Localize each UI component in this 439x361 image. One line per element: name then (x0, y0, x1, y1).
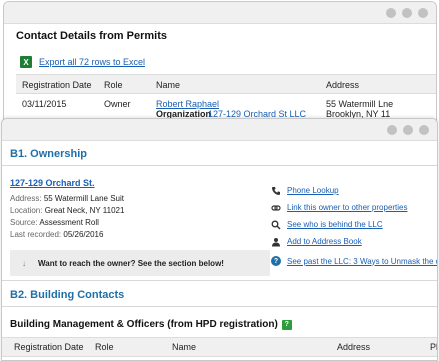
col-registration-date: Registration Date (14, 342, 84, 352)
address-label: Address: (10, 194, 42, 203)
reach-owner-text: Want to reach the owner? See the section… (38, 258, 224, 268)
hpd-info-icon[interactable]: ? (281, 319, 292, 330)
row-name-link[interactable]: Robert Raphael (156, 99, 219, 109)
owner-name-link[interactable]: 127-129 Orchard St. (10, 178, 95, 188)
owner-location-line: Location: Great Neck, NY 11021 (10, 205, 124, 217)
link-icon (271, 203, 281, 213)
excel-icon: X (20, 56, 32, 68)
owner-details: Address: 55 Watermill Lane Suit Location… (10, 193, 124, 241)
building-management-heading: Building Management & Officers (from HPD… (10, 319, 292, 330)
owner-address-line: Address: 55 Watermill Lane Suit (10, 193, 124, 205)
close-button[interactable] (418, 8, 428, 18)
building-contacts-title: B2. Building Contacts (10, 289, 125, 301)
location-label: Location: (10, 206, 43, 215)
arrow-down-icon: ↓ (22, 258, 26, 268)
col-role: Role (95, 342, 114, 352)
unmask-llc-row: ? See past the LLC: 3 Ways to Unmask the… (271, 256, 437, 266)
llc-lookup-action[interactable]: See who is behind the LLC (271, 216, 408, 233)
location-value: Great Neck, NY 11021 (44, 206, 125, 215)
last-recorded-label: Last recorded: (10, 230, 62, 239)
minimize-button[interactable] (386, 8, 396, 18)
last-recorded-value: 05/26/2016 (63, 230, 104, 239)
ownership-section-title: B1. Ownership (10, 148, 88, 160)
col-name: Name (172, 342, 197, 352)
permits-contact-window: Contact Details from Permits X Export al… (3, 1, 437, 129)
link-owner-link[interactable]: Link this owner to other properties (287, 203, 408, 212)
col-role: Role (104, 80, 123, 90)
row-address-line1: 55 Watermill Lne (326, 99, 394, 109)
maximize-button[interactable] (403, 125, 413, 135)
minimize-button[interactable] (387, 125, 397, 135)
phone-icon (271, 186, 281, 196)
phone-lookup-action[interactable]: Phone Lookup (271, 182, 408, 199)
close-button[interactable] (419, 125, 429, 135)
export-row: X Export all 72 rows to Excel (16, 56, 436, 68)
help-icon: ? (271, 256, 281, 266)
row-date: 03/11/2015 (22, 99, 67, 109)
unmask-llc-link[interactable]: See past the LLC: 3 Ways to Unmask the o (287, 257, 437, 266)
search-icon (271, 220, 281, 230)
owner-source-line: Source: Assessment Roll (10, 217, 124, 229)
export-excel-link[interactable]: Export all 72 rows to Excel (39, 57, 145, 67)
window-titlebar (2, 119, 437, 141)
maximize-button[interactable] (402, 8, 412, 18)
divider (2, 306, 437, 307)
source-label: Source: (10, 218, 38, 227)
owner-actions: Phone Lookup Link this owner to other pr… (271, 182, 408, 250)
ownership-window: B1. Ownership 127-129 Orchard St. Addres… (1, 118, 438, 361)
window-controls (386, 8, 428, 18)
col-name: Name (156, 80, 181, 90)
col-address: Address (337, 342, 371, 352)
address-value: 55 Watermill Lane Suit (43, 194, 124, 203)
address-book-link[interactable]: Add to Address Book (287, 237, 362, 246)
divider (2, 165, 437, 166)
contacts-table-header: Registration Date Role Name Address Pl (2, 337, 438, 357)
link-owner-action[interactable]: Link this owner to other properties (271, 199, 408, 216)
reach-owner-banner: ↓ Want to reach the owner? See the secti… (10, 250, 270, 276)
permits-table-header: Registration Date Role Name Address (16, 74, 436, 94)
window-controls (387, 125, 429, 135)
phone-lookup-link[interactable]: Phone Lookup (287, 186, 339, 195)
row-role: Owner (104, 99, 131, 109)
col-registration-date: Registration Date (22, 80, 92, 90)
owner-recorded-line: Last recorded: 05/26/2016 (10, 229, 124, 241)
source-value: Assessment Roll (39, 218, 99, 227)
permits-title: Contact Details from Permits (16, 30, 167, 42)
col-phone: Pl (430, 342, 438, 352)
window-titlebar (4, 2, 436, 24)
address-book-action[interactable]: Add to Address Book (271, 233, 408, 250)
llc-lookup-link[interactable]: See who is behind the LLC (287, 220, 383, 229)
divider (2, 280, 437, 281)
person-icon (271, 237, 281, 247)
building-management-title: Building Management & Officers (from HPD… (10, 319, 278, 330)
col-address: Address (326, 80, 360, 90)
